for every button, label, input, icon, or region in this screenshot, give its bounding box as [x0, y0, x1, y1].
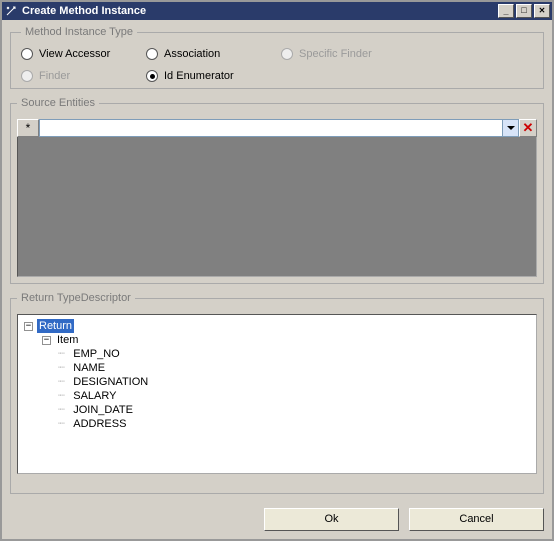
radio-finder: Finder [21, 70, 146, 82]
window-title: Create Method Instance [22, 5, 498, 17]
tree-leaf[interactable]: ADDRESS [71, 417, 128, 431]
dialog-window: Create Method Instance _ □ ✕ Method Inst… [0, 0, 554, 541]
new-row-header[interactable]: * [17, 119, 39, 137]
ok-button[interactable]: Ok [264, 508, 399, 531]
entity-combo[interactable] [39, 119, 519, 137]
radio-label: Association [164, 48, 220, 60]
tree-leaf[interactable]: DESIGNATION [71, 375, 150, 389]
radio-icon [281, 48, 293, 60]
type-descriptor-tree[interactable]: − Return − Item ┈ EMP_NO ┈ NAME ┈ D [17, 314, 537, 474]
combo-dropdown-button[interactable] [502, 120, 518, 136]
radio-icon [146, 48, 158, 60]
tree-node-item[interactable]: Item [55, 333, 80, 347]
source-entities-grid-body[interactable] [17, 137, 537, 277]
entity-combo-input[interactable] [40, 120, 502, 136]
source-entities-group: Source Entities * ✕ [10, 97, 544, 284]
tree-leaf[interactable]: EMP_NO [71, 347, 121, 361]
close-button[interactable]: ✕ [534, 4, 550, 18]
tree-node-return[interactable]: Return [37, 319, 74, 333]
cancel-button[interactable]: Cancel [409, 508, 544, 531]
maximize-button[interactable]: □ [516, 4, 532, 18]
radio-view-accessor[interactable]: View Accessor [21, 48, 146, 60]
expand-toggle[interactable]: − [24, 322, 33, 331]
radio-label: Finder [39, 70, 70, 82]
method-instance-type-legend: Method Instance Type [21, 26, 137, 38]
app-icon [4, 4, 18, 18]
radio-icon [21, 48, 33, 60]
radio-association[interactable]: Association [146, 48, 281, 60]
return-typedescriptor-group: Return TypeDescriptor − Return − Item ┈ … [10, 292, 544, 494]
radio-label: View Accessor [39, 48, 110, 60]
radio-label: Id Enumerator [164, 70, 234, 82]
radio-specific-finder: Specific Finder [281, 48, 533, 60]
x-icon: ✕ [523, 120, 534, 136]
radio-icon [146, 70, 158, 82]
delete-entity-button[interactable]: ✕ [519, 119, 537, 137]
chevron-down-icon [507, 126, 515, 130]
radio-id-enumerator[interactable]: Id Enumerator [146, 70, 281, 82]
radio-label: Specific Finder [299, 48, 372, 60]
tree-leaf[interactable]: JOIN_DATE [71, 403, 135, 417]
titlebar[interactable]: Create Method Instance _ □ ✕ [2, 2, 552, 20]
method-instance-type-group: Method Instance Type View Accessor Assoc… [10, 26, 544, 89]
tree-leaf[interactable]: NAME [71, 361, 107, 375]
radio-icon [21, 70, 33, 82]
tree-leaf[interactable]: SALARY [71, 389, 118, 403]
source-entities-legend: Source Entities [17, 97, 99, 109]
minimize-button[interactable]: _ [498, 4, 514, 18]
return-typedescriptor-legend: Return TypeDescriptor [17, 292, 135, 304]
expand-toggle[interactable]: − [42, 336, 51, 345]
